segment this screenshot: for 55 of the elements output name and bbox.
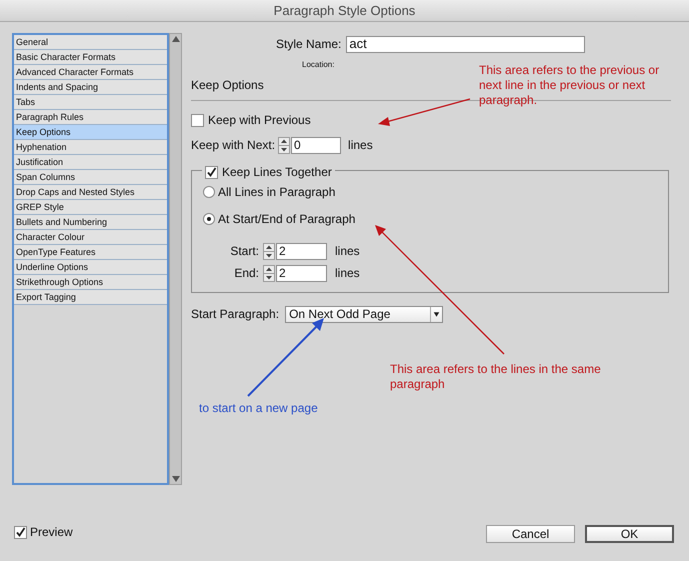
sidebar-item[interactable]: General — [14, 35, 167, 50]
sidebar-item[interactable]: Indents and Spacing — [14, 80, 167, 95]
keep-with-previous-label: Keep with Previous — [208, 112, 311, 129]
ok-button[interactable]: OK — [585, 525, 674, 543]
preview-label: Preview — [30, 524, 73, 541]
field-label: Start: — [229, 243, 259, 260]
sidebar-item[interactable]: Keep Options — [14, 125, 167, 140]
sidebar-item[interactable]: OpenType Features — [14, 245, 167, 260]
sidebar-item[interactable]: Character Colour — [14, 230, 167, 245]
unit-label: lines — [335, 243, 360, 260]
stepper-icon[interactable] — [278, 136, 290, 154]
start-paragraph-label: Start Paragraph: — [191, 306, 280, 323]
keep-with-next-field[interactable]: 0 — [291, 136, 342, 154]
scroll-down-icon[interactable] — [172, 476, 180, 482]
sidebar-item[interactable]: Basic Character Formats — [14, 50, 167, 65]
sidebar-item[interactable]: Underline Options — [14, 260, 167, 275]
section-title: Keep Options — [191, 77, 264, 94]
location-label: Location: — [302, 59, 334, 71]
sidebar-item[interactable]: Justification — [14, 155, 167, 170]
radio-button[interactable] — [203, 186, 215, 198]
sidebar-item[interactable]: Export Tagging — [14, 290, 167, 305]
stepper-icon[interactable] — [263, 264, 275, 282]
sidebar-item[interactable]: Hyphenation — [14, 140, 167, 155]
annotation-text: This area refers to the previous or next line in the previous or next paragraph. — [479, 63, 660, 108]
scroll-up-icon[interactable] — [172, 36, 180, 42]
keep-with-next-label: Keep with Next: — [191, 137, 276, 154]
sidebar-item[interactable]: GREP Style — [14, 200, 167, 215]
dropdown[interactable]: On Next Odd Page — [285, 306, 444, 322]
sidebar-item[interactable]: Drop Caps and Nested Styles — [14, 185, 167, 200]
sidebar-item[interactable]: Tabs — [14, 95, 167, 110]
style-name-field[interactable]: act — [346, 36, 586, 52]
sidebar-item[interactable]: Paragraph Rules — [14, 110, 167, 125]
radio-button[interactable] — [203, 213, 215, 225]
sidebar-item[interactable]: Span Columns — [14, 170, 167, 185]
radio-label: All Lines in Paragraph — [218, 184, 336, 201]
unit-label: lines — [348, 137, 373, 154]
field-label: End: — [233, 265, 259, 282]
cancel-button[interactable]: Cancel — [486, 525, 575, 543]
number-field[interactable]: 2 — [276, 242, 327, 260]
annotation-text: to start on a new page — [199, 400, 318, 417]
unit-label: lines — [335, 265, 360, 282]
number-field[interactable]: 2 — [276, 264, 327, 282]
style-name-label: Style Name: — [276, 36, 342, 53]
sidebar-item[interactable]: Bullets and Numbering — [14, 215, 167, 230]
annotation-text: This area refers to the lines in the same paragraph — [390, 362, 602, 392]
window-title: Paragraph Style Options — [274, 2, 416, 20]
stepper-icon[interactable] — [263, 242, 275, 260]
sidebar-item[interactable]: Advanced Character Formats — [14, 65, 167, 80]
scrollbar[interactable] — [169, 33, 182, 485]
checkbox[interactable] — [205, 166, 218, 178]
keep-lines-together-label: Keep Lines Together — [222, 164, 332, 181]
radio-label: At Start/End of Paragraph — [218, 211, 356, 228]
sidebar-item[interactable]: Strikethrough Options — [14, 275, 167, 290]
checkbox[interactable] — [14, 526, 27, 538]
checkbox[interactable] — [191, 114, 204, 126]
